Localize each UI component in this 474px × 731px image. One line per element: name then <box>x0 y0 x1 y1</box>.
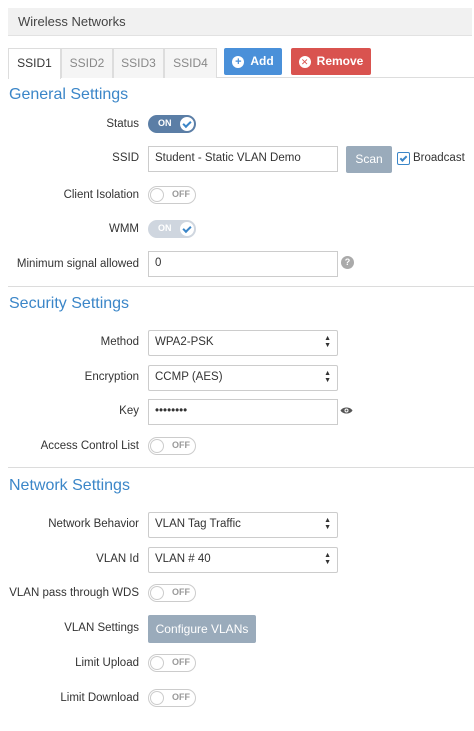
general-settings-title: General Settings <box>9 86 129 103</box>
scan-button[interactable]: Scan <box>346 146 392 173</box>
ssid-label: SSID <box>112 152 139 164</box>
sort-arrows-icon: ▲ ▼ <box>324 552 331 566</box>
tab-ssid2[interactable]: SSID2 <box>61 48 113 78</box>
vlan-id-select-value: VLAN # 40 <box>155 553 211 565</box>
limit-upload-label: Limit Upload <box>75 657 139 669</box>
toggle-knob <box>150 586 164 600</box>
configure-vlans-button[interactable]: Configure VLANs <box>148 615 256 643</box>
wmm-label: WMM <box>108 223 139 235</box>
tab-ssid4[interactable]: SSID4 <box>164 48 217 78</box>
security-settings-title: Security Settings <box>9 295 130 312</box>
ssid-input[interactable]: Student - Static VLAN Demo <box>148 146 338 172</box>
encryption-label: Encryption <box>84 371 139 383</box>
limit-upload-toggle-text: OFF <box>172 657 190 667</box>
limit-download-label: Limit Download <box>60 692 139 704</box>
add-button-label: Add <box>250 54 274 68</box>
section-divider <box>8 286 474 287</box>
eye-icon[interactable] <box>340 406 353 415</box>
acl-toggle-text: OFF <box>172 440 190 450</box>
vlan-settings-label: VLAN Settings <box>64 622 139 634</box>
network-behavior-select-value: VLAN Tag Traffic <box>155 518 241 530</box>
remove-button[interactable]: ✕ Remove <box>291 48 371 75</box>
network-settings-title: Network Settings <box>9 477 130 494</box>
wmm-toggle[interactable]: ON <box>148 220 196 238</box>
panel-title: Wireless Networks <box>18 14 126 29</box>
method-select[interactable]: WPA2-PSK ▲ ▼ <box>148 330 338 356</box>
tab-ssid3[interactable]: SSID3 <box>113 48 164 78</box>
status-label: Status <box>106 118 139 130</box>
help-icon[interactable]: ? <box>341 256 354 269</box>
acl-toggle[interactable]: OFF <box>148 437 196 455</box>
toggle-knob <box>150 439 164 453</box>
limit-upload-toggle[interactable]: OFF <box>148 654 196 672</box>
vlan-wds-toggle[interactable]: OFF <box>148 584 196 602</box>
toggle-knob <box>150 188 164 202</box>
limit-download-toggle-text: OFF <box>172 692 190 702</box>
network-behavior-label: Network Behavior <box>48 518 139 530</box>
toggle-knob <box>150 656 164 670</box>
method-select-value: WPA2-PSK <box>155 336 214 348</box>
sort-arrows-icon: ▲ ▼ <box>324 370 331 384</box>
panel-header: Wireless Networks <box>8 8 472 36</box>
vlan-wds-toggle-text: OFF <box>172 587 190 597</box>
min-signal-input[interactable]: 0 <box>148 251 338 277</box>
encryption-select-value: CCMP (AES) <box>155 371 223 383</box>
remove-button-label: Remove <box>316 54 364 68</box>
section-divider <box>8 467 474 468</box>
tab-ssid1[interactable]: SSID1 <box>8 48 61 79</box>
key-label: Key <box>119 405 139 417</box>
acl-label: Access Control List <box>40 440 139 452</box>
network-behavior-select[interactable]: VLAN Tag Traffic ▲ ▼ <box>148 512 338 538</box>
vlan-id-select[interactable]: VLAN # 40 ▲ ▼ <box>148 547 338 573</box>
status-toggle[interactable]: ON <box>148 115 196 133</box>
plus-icon: + <box>232 55 245 68</box>
status-toggle-text: ON <box>158 118 172 128</box>
encryption-select[interactable]: CCMP (AES) ▲ ▼ <box>148 365 338 391</box>
vlan-wds-label: VLAN pass through WDS <box>9 587 139 599</box>
toggle-knob <box>150 691 164 705</box>
add-button[interactable]: + Add <box>224 48 282 75</box>
client-isolation-label: Client Isolation <box>63 189 139 201</box>
min-signal-label: Minimum signal allowed <box>16 258 139 270</box>
client-isolation-toggle-text: OFF <box>172 189 190 199</box>
vlan-id-label: VLAN Id <box>96 553 139 565</box>
limit-download-toggle[interactable]: OFF <box>148 689 196 707</box>
broadcast-label: Broadcast <box>413 152 465 164</box>
check-icon <box>399 153 408 162</box>
key-input[interactable]: •••••••• <box>148 399 338 425</box>
method-label: Method <box>100 336 139 348</box>
broadcast-checkbox[interactable] <box>397 152 410 165</box>
check-icon <box>180 117 194 131</box>
times-icon: ✕ <box>298 55 311 68</box>
wmm-toggle-text: ON <box>158 223 172 233</box>
sort-arrows-icon: ▲ ▼ <box>324 517 331 531</box>
client-isolation-toggle[interactable]: OFF <box>148 186 196 204</box>
check-icon <box>180 222 194 236</box>
sort-arrows-icon: ▲ ▼ <box>324 335 331 349</box>
